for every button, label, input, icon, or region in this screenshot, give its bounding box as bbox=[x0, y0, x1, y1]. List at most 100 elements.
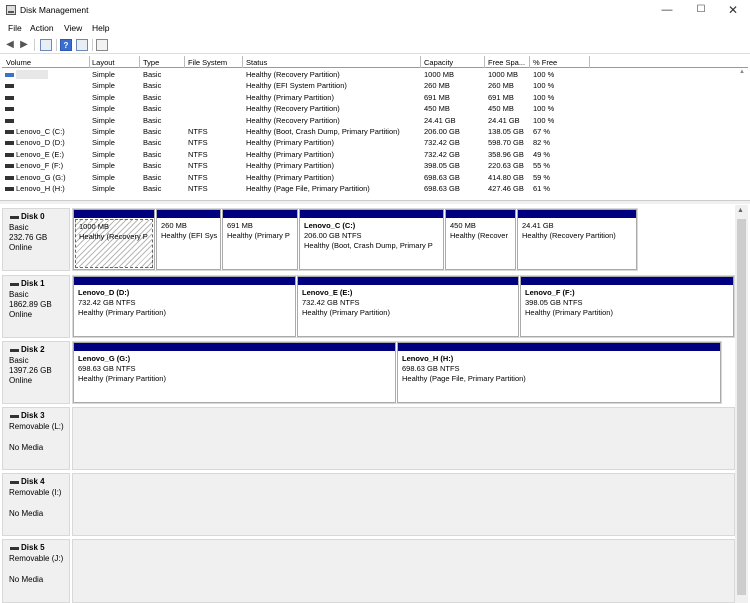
column-file-system[interactable]: File System bbox=[188, 58, 227, 68]
partition-status: Healthy (Primary Partition) bbox=[302, 308, 390, 317]
partition-status: Healthy (Page File, Primary Partition) bbox=[402, 374, 526, 383]
volume-drive-icon bbox=[5, 130, 14, 134]
volume-row[interactable]: Lenovo_G (G:) Simple Basic NTFS Healthy … bbox=[2, 172, 748, 183]
menu-view[interactable]: View bbox=[64, 23, 82, 33]
disk-label[interactable]: Disk 0 Basic 232.76 GB Online bbox=[2, 208, 70, 271]
close-button[interactable]: ✕ bbox=[716, 0, 750, 20]
volume-row[interactable]: Lenovo_C (C:) Simple Basic NTFS Healthy … bbox=[2, 126, 748, 137]
window-title: Disk Management bbox=[20, 5, 89, 15]
menu-help[interactable]: Help bbox=[92, 23, 109, 33]
column-divider[interactable] bbox=[589, 56, 590, 68]
disk-status: Online bbox=[9, 310, 33, 319]
disk-label[interactable]: Disk 1 Basic 1862.89 GB Online bbox=[2, 275, 70, 338]
properties-icon[interactable] bbox=[40, 39, 52, 51]
toolbar-separator bbox=[56, 39, 57, 51]
column-divider[interactable] bbox=[184, 56, 185, 68]
volume-capacity: 698.63 GB bbox=[424, 172, 460, 182]
volume-row[interactable]: Lenovo_D (D:) Simple Basic NTFS Healthy … bbox=[2, 137, 748, 148]
volume-row[interactable]: Lenovo_H (H:) Simple Basic NTFS Healthy … bbox=[2, 183, 748, 194]
column-divider[interactable] bbox=[242, 56, 243, 68]
partition-body: 1000 MB Healthy (Recovery P bbox=[75, 219, 153, 268]
partition-block[interactable]: 691 MB Healthy (Primary P bbox=[222, 209, 298, 270]
minimize-button[interactable]: — bbox=[650, 0, 684, 20]
disk-drive-icon bbox=[10, 216, 19, 219]
disk-type: Removable (L:) bbox=[9, 422, 64, 431]
back-arrow-icon[interactable]: ◀ bbox=[4, 39, 16, 51]
partition-block[interactable]: Lenovo_E (E:) 732.42 GB NTFS Healthy (Pr… bbox=[297, 276, 519, 337]
disk-label[interactable]: Disk 4 Removable (I:) No Media bbox=[2, 473, 70, 536]
partition-block[interactable]: 1000 MB Healthy (Recovery P bbox=[73, 209, 155, 270]
volume-row[interactable]: Simple Basic Healthy (EFI System Partiti… bbox=[2, 80, 748, 91]
disk-row-5: Disk 5 Removable (J:) No Media bbox=[2, 539, 735, 603]
volume-type: Basic bbox=[143, 104, 162, 114]
volume-free-space: 24.41 GB bbox=[488, 115, 520, 125]
column-capacity[interactable]: Capacity bbox=[424, 58, 453, 68]
volume-status: Healthy (EFI System Partition) bbox=[246, 81, 347, 91]
pane-splitter[interactable] bbox=[0, 200, 750, 204]
console-icon[interactable] bbox=[96, 39, 108, 51]
column-divider[interactable] bbox=[139, 56, 140, 68]
partition-block[interactable]: 260 MB Healthy (EFI Sys bbox=[156, 209, 221, 270]
partition-block[interactable]: Lenovo_H (H:) 698.63 GB NTFS Healthy (Pa… bbox=[397, 342, 721, 403]
volume-type: Basic bbox=[143, 172, 162, 182]
disk-label[interactable]: Disk 2 Basic 1397.26 GB Online bbox=[2, 341, 70, 404]
partition-block[interactable]: Lenovo_F (F:) 398.05 GB NTFS Healthy (Pr… bbox=[520, 276, 734, 337]
partition-block[interactable]: Lenovo_D (D:) 732.42 GB NTFS Healthy (Pr… bbox=[73, 276, 296, 337]
partition-block[interactable]: Lenovo_G (G:) 698.63 GB NTFS Healthy (Pr… bbox=[73, 342, 396, 403]
column-type[interactable]: Type bbox=[143, 58, 159, 68]
column-free-space[interactable]: Free Spa... bbox=[488, 58, 525, 68]
volume-type: Basic bbox=[143, 70, 162, 79]
volume-row[interactable]: Lenovo_E (E:) Simple Basic NTFS Healthy … bbox=[2, 149, 748, 160]
disk-label[interactable]: Disk 5 Removable (J:) No Media bbox=[2, 539, 70, 603]
partition-color-bar bbox=[518, 210, 636, 218]
partition-status: Healthy (EFI Sys bbox=[161, 231, 218, 240]
vertical-scrollbar[interactable]: ▲ bbox=[735, 205, 748, 603]
volume-percent-free: 55 % bbox=[533, 161, 551, 171]
forward-arrow-icon[interactable]: ▶ bbox=[18, 39, 30, 51]
volume-row[interactable]: Simple Basic Healthy (Recovery Partition… bbox=[2, 115, 748, 126]
disk-name: Disk 5 bbox=[21, 543, 45, 552]
partition-block[interactable]: 450 MB Healthy (Recover bbox=[445, 209, 516, 270]
disk-graphical-view: Disk 0 Basic 232.76 GB Online 1000 MB He… bbox=[0, 205, 750, 603]
volume-name: Lenovo_H (H:) bbox=[16, 184, 65, 193]
volume-status: Healthy (Primary Partition) bbox=[246, 149, 334, 159]
disk-label[interactable]: Disk 3 Removable (L:) No Media bbox=[2, 407, 70, 470]
volume-percent-free: 100 % bbox=[533, 70, 555, 79]
scroll-up-arrow-icon[interactable]: ▲ bbox=[737, 207, 744, 214]
volume-free-space: 220.63 GB bbox=[488, 161, 524, 171]
column-divider[interactable] bbox=[420, 56, 421, 68]
maximize-button[interactable]: ☐ bbox=[684, 0, 718, 20]
volume-row[interactable]: Simple Basic Healthy (Recovery Partition… bbox=[2, 103, 748, 114]
scrollbar-thumb[interactable] bbox=[737, 219, 746, 595]
help-icon[interactable]: ? bbox=[60, 39, 72, 51]
volume-file-system: NTFS bbox=[188, 172, 208, 182]
volume-row[interactable]: Simple Basic Healthy (Recovery Partition… bbox=[2, 69, 748, 80]
volume-capacity: 24.41 GB bbox=[424, 115, 456, 125]
volume-drive-icon bbox=[5, 73, 14, 77]
column-divider[interactable] bbox=[484, 56, 485, 68]
volume-row[interactable]: Lenovo_F (F:) Simple Basic NTFS Healthy … bbox=[2, 160, 748, 171]
volume-name: Lenovo_E (E:) bbox=[16, 149, 64, 159]
column-volume[interactable]: Volume bbox=[6, 58, 31, 68]
volume-type: Basic bbox=[143, 81, 162, 91]
menu-action[interactable]: Action bbox=[30, 23, 54, 33]
column-status[interactable]: Status bbox=[246, 58, 267, 68]
volume-percent-free: 49 % bbox=[533, 149, 551, 159]
column-percent-free[interactable]: % Free bbox=[533, 58, 557, 68]
volume-capacity: 1000 MB bbox=[424, 70, 455, 79]
volume-free-space: 414.80 GB bbox=[488, 172, 524, 182]
volume-row[interactable]: Simple Basic Healthy (Primary Partition)… bbox=[2, 92, 748, 103]
partition-block[interactable]: Lenovo_C (C:) 206.00 GB NTFS Healthy (Bo… bbox=[299, 209, 444, 270]
list-view-icon[interactable] bbox=[76, 39, 88, 51]
disk-drive-icon bbox=[10, 481, 19, 484]
partition-block[interactable]: 24.41 GB Healthy (Recovery Partition) bbox=[517, 209, 637, 270]
menu-file[interactable]: File bbox=[8, 23, 22, 33]
column-layout[interactable]: Layout bbox=[92, 58, 115, 68]
volume-percent-free: 100 % bbox=[533, 81, 555, 91]
toolbar-separator bbox=[34, 39, 35, 51]
column-divider[interactable] bbox=[89, 56, 90, 68]
volume-layout: Simple bbox=[92, 92, 115, 102]
partition-color-bar bbox=[223, 210, 297, 218]
volume-type: Basic bbox=[143, 127, 162, 136]
column-divider[interactable] bbox=[529, 56, 530, 68]
